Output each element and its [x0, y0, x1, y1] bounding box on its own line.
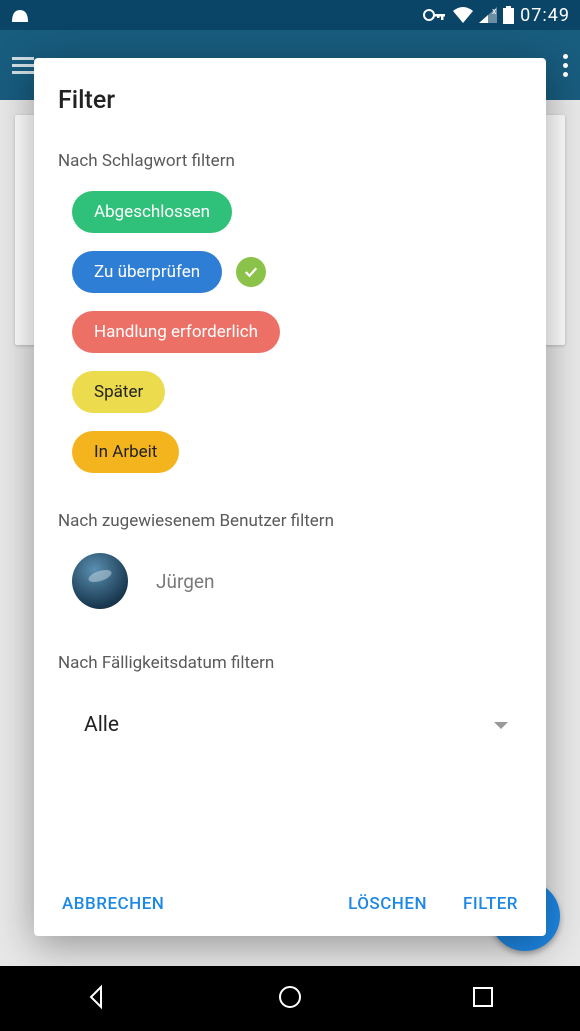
dialog-title: Filter — [58, 86, 522, 115]
nav-recent-button[interactable] — [469, 983, 497, 1015]
navigation-bar — [0, 966, 580, 1031]
battery-icon — [503, 6, 514, 24]
menu-icon[interactable] — [12, 57, 34, 74]
dialog-body: Nach Schlagwort filtern Abgeschlossen Zu… — [58, 151, 522, 862]
tag-row: Handlung erforderlich — [72, 311, 280, 353]
chevron-down-icon — [494, 722, 508, 729]
tag-chip-in-arbeit[interactable]: In Arbeit — [72, 431, 179, 473]
tag-chip-abgeschlossen[interactable]: Abgeschlossen — [72, 191, 232, 233]
tag-row: Später — [72, 371, 165, 413]
tag-row: In Arbeit — [72, 431, 179, 473]
dialog-actions: ABBRECHEN LÖSCHEN FILTER — [58, 862, 522, 922]
nav-back-button[interactable] — [83, 983, 111, 1015]
nav-home-button[interactable] — [276, 983, 304, 1015]
svg-text:x: x — [492, 7, 497, 17]
status-bar: x 07:49 — [0, 0, 580, 30]
status-left — [10, 8, 30, 22]
user-section-label: Nach zugewiesenem Benutzer filtern — [58, 511, 522, 531]
apply-filter-button[interactable]: FILTER — [459, 886, 522, 922]
status-right: x 07:49 — [423, 5, 570, 26]
tag-chip-spaeter[interactable]: Später — [72, 371, 165, 413]
signal-icon: x — [479, 7, 497, 23]
overflow-menu-icon[interactable] — [563, 54, 568, 77]
filter-dialog: Filter Nach Schlagwort filtern Abgeschlo… — [34, 58, 546, 936]
tag-row: Abgeschlossen — [72, 191, 232, 233]
tags-section-label: Nach Schlagwort filtern — [58, 151, 522, 171]
tag-chip-zu-ueberpruefen[interactable]: Zu überprüfen — [72, 251, 222, 293]
wifi-icon — [453, 7, 473, 23]
cancel-button[interactable]: ABBRECHEN — [58, 886, 168, 922]
selected-check-icon — [236, 257, 266, 287]
tag-chips: Abgeschlossen Zu überprüfen Handlung erf… — [58, 191, 522, 473]
user-name: Jürgen — [156, 570, 214, 593]
user-avatar — [72, 553, 128, 609]
clear-button[interactable]: LÖSCHEN — [344, 886, 431, 922]
tag-row: Zu überprüfen — [72, 251, 266, 293]
vpn-icon — [10, 8, 30, 22]
user-filter-row[interactable]: Jürgen — [58, 553, 522, 609]
key-icon — [423, 8, 447, 22]
status-time: 07:49 — [520, 5, 570, 26]
dropdown-value: Alle — [72, 713, 119, 737]
duedate-section-label: Nach Fälligkeitsdatum filtern — [58, 653, 522, 673]
duedate-dropdown[interactable]: Alle — [58, 693, 522, 747]
tag-chip-handlung-erforderlich[interactable]: Handlung erforderlich — [72, 311, 280, 353]
